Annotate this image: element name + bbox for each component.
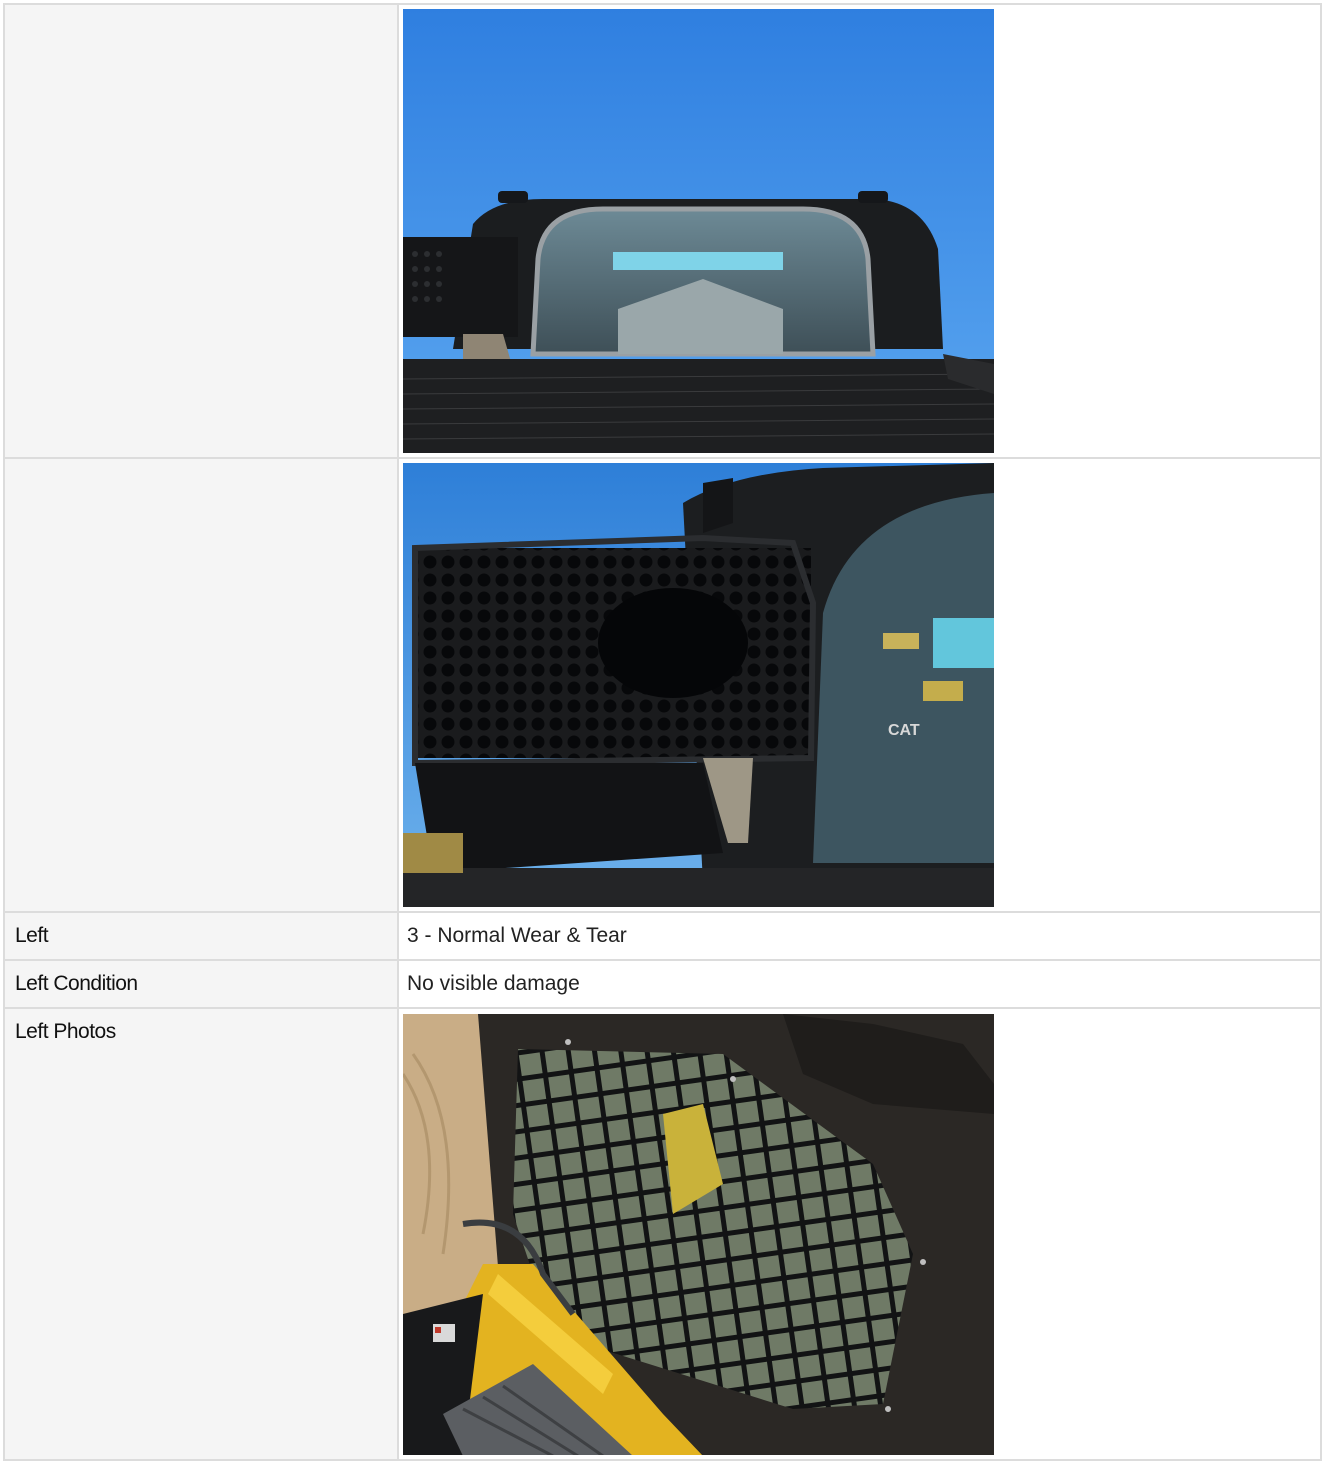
table-row xyxy=(3,3,1322,459)
inspection-table: CAT Left 3 - Normal Wear & Tear Left Con… xyxy=(3,3,1322,1461)
row-label xyxy=(3,3,399,459)
row-label-left-photos: Left Photos xyxy=(3,1007,399,1461)
row-label-left: Left xyxy=(3,911,399,961)
table-row: CAT xyxy=(3,457,1322,913)
cab-left-door-screen-photo[interactable] xyxy=(403,1013,994,1455)
row-label-left-condition: Left Condition xyxy=(3,959,399,1009)
row-value-left: 3 - Normal Wear & Tear xyxy=(397,911,1322,961)
cab-rear-window-photo[interactable] xyxy=(403,9,994,453)
table-row: Left Condition No visible damage xyxy=(3,959,1322,1009)
cat-logo: CAT xyxy=(888,722,920,739)
table-row: Left Photos xyxy=(3,1007,1322,1461)
row-label xyxy=(3,457,399,913)
row-value-left-condition: No visible damage xyxy=(397,959,1322,1009)
table-row: Left 3 - Normal Wear & Tear xyxy=(3,911,1322,961)
cab-side-vent-photo[interactable]: CAT xyxy=(403,463,994,907)
